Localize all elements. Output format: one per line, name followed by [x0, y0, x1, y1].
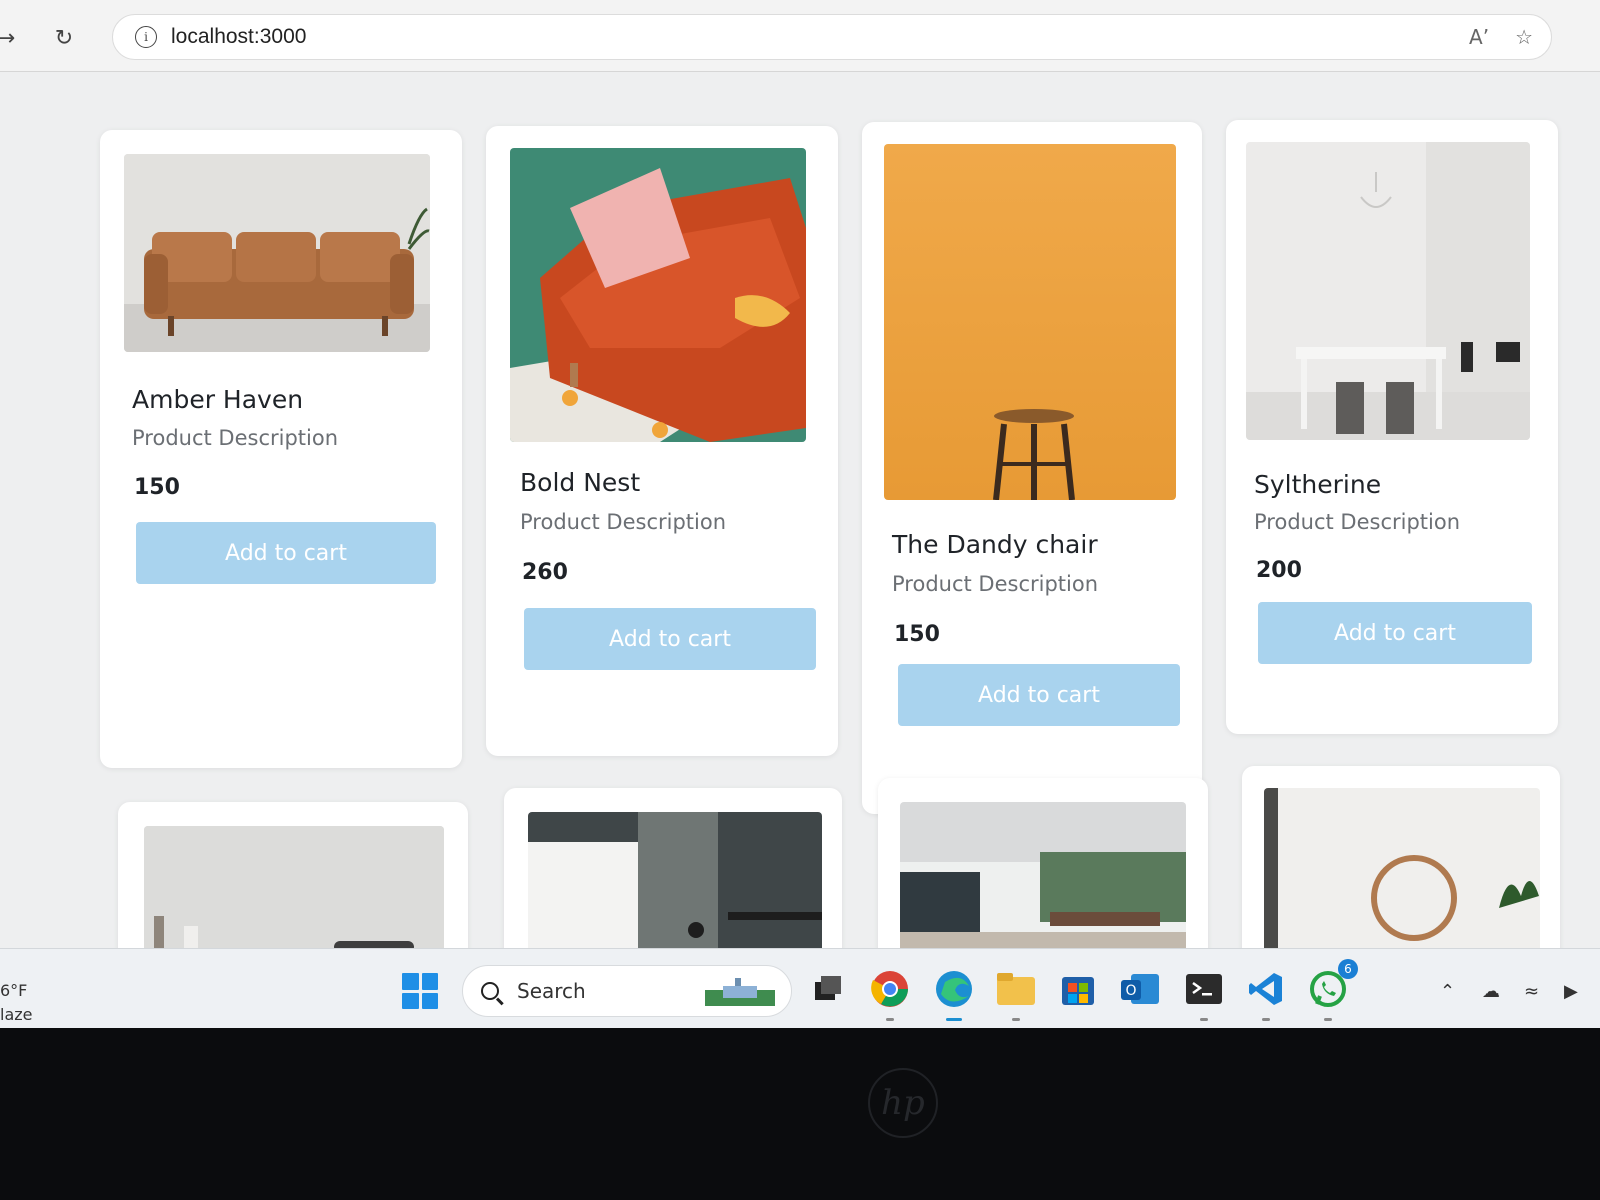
product-description: Product Description: [520, 510, 727, 534]
product-name: Amber Haven: [132, 385, 304, 414]
whatsapp-notification-badge: 6: [1338, 959, 1358, 979]
edge-icon[interactable]: [932, 967, 976, 1021]
product-name: Bold Nest: [520, 468, 641, 497]
product-description: Product Description: [132, 426, 339, 450]
product-description: Product Description: [892, 572, 1099, 596]
read-aloud-icon[interactable]: A’: [1469, 25, 1489, 49]
product-card: Amber Haven Product Description 150 Add …: [100, 130, 462, 768]
product-grid-page: Amber Haven Product Description 150 Add …: [0, 72, 1600, 988]
taskbar-search[interactable]: Search: [462, 965, 792, 1017]
add-to-cart-button[interactable]: Add to cart: [1258, 602, 1532, 664]
whatsapp-icon[interactable]: 6: [1306, 959, 1358, 1021]
product-card: Syltherine Product Description 200 Add t…: [1226, 120, 1558, 734]
laptop-bezel: hp: [0, 1028, 1600, 1200]
add-to-cart-button[interactable]: Add to cart: [898, 664, 1180, 726]
address-bar[interactable]: i localhost:3000 A’ ☆: [112, 14, 1552, 60]
onedrive-icon[interactable]: ☁: [1482, 981, 1500, 1002]
task-view-icon[interactable]: [806, 967, 850, 1011]
chrome-icon[interactable]: [868, 967, 912, 1021]
arrow-back-icon[interactable]: →: [0, 20, 24, 56]
file-explorer-icon[interactable]: [994, 967, 1038, 1021]
show-hidden-icons-icon[interactable]: ⌃: [1440, 981, 1455, 1002]
windows-start-icon[interactable]: [402, 973, 438, 1009]
product-price: 150: [894, 622, 940, 647]
add-to-cart-button[interactable]: Add to cart: [524, 608, 816, 670]
search-label: Search: [517, 979, 586, 1003]
product-price: 260: [522, 560, 568, 585]
microsoft-store-icon[interactable]: [1056, 967, 1100, 1011]
product-price: 200: [1256, 558, 1302, 583]
weather-widget[interactable]: 6°F laze: [0, 979, 33, 1027]
product-price: 150: [134, 475, 180, 500]
hp-logo-icon: hp: [868, 1068, 938, 1138]
product-name: Syltherine: [1254, 470, 1382, 499]
product-card: Bold Nest Product Description 260 Add to…: [486, 126, 838, 756]
product-description: Product Description: [1254, 510, 1461, 534]
address-url[interactable]: localhost:3000: [171, 25, 306, 49]
search-icon: [481, 982, 499, 1000]
star-icon[interactable]: ☆: [1515, 25, 1533, 49]
outlook-icon[interactable]: O: [1118, 967, 1162, 1011]
product-image: [1246, 142, 1530, 440]
product-image: [124, 154, 430, 352]
browser-toolbar: → ↻ i localhost:3000 A’ ☆: [0, 0, 1600, 72]
add-to-cart-button[interactable]: Add to cart: [136, 522, 436, 584]
wifi-icon[interactable]: ≈: [1524, 981, 1539, 1002]
windows-taskbar: 6°F laze Search O 6 ⌃ ☁ ≈ ▶: [0, 948, 1600, 1028]
reload-icon[interactable]: ↻: [46, 20, 82, 56]
terminal-icon[interactable]: [1182, 967, 1226, 1021]
product-name: The Dandy chair: [892, 530, 1098, 559]
weather-temp: 6°F: [0, 981, 28, 1000]
svg-text:O: O: [1125, 983, 1136, 999]
weather-text: laze: [0, 1005, 33, 1024]
search-highlight-icon: [705, 978, 775, 1006]
product-card: The Dandy chair Product Description 150 …: [862, 122, 1202, 814]
product-image: [510, 148, 806, 442]
volume-icon[interactable]: ▶: [1564, 981, 1578, 1002]
product-image: [884, 144, 1176, 500]
vscode-icon[interactable]: [1244, 967, 1288, 1021]
info-icon[interactable]: i: [135, 26, 157, 48]
